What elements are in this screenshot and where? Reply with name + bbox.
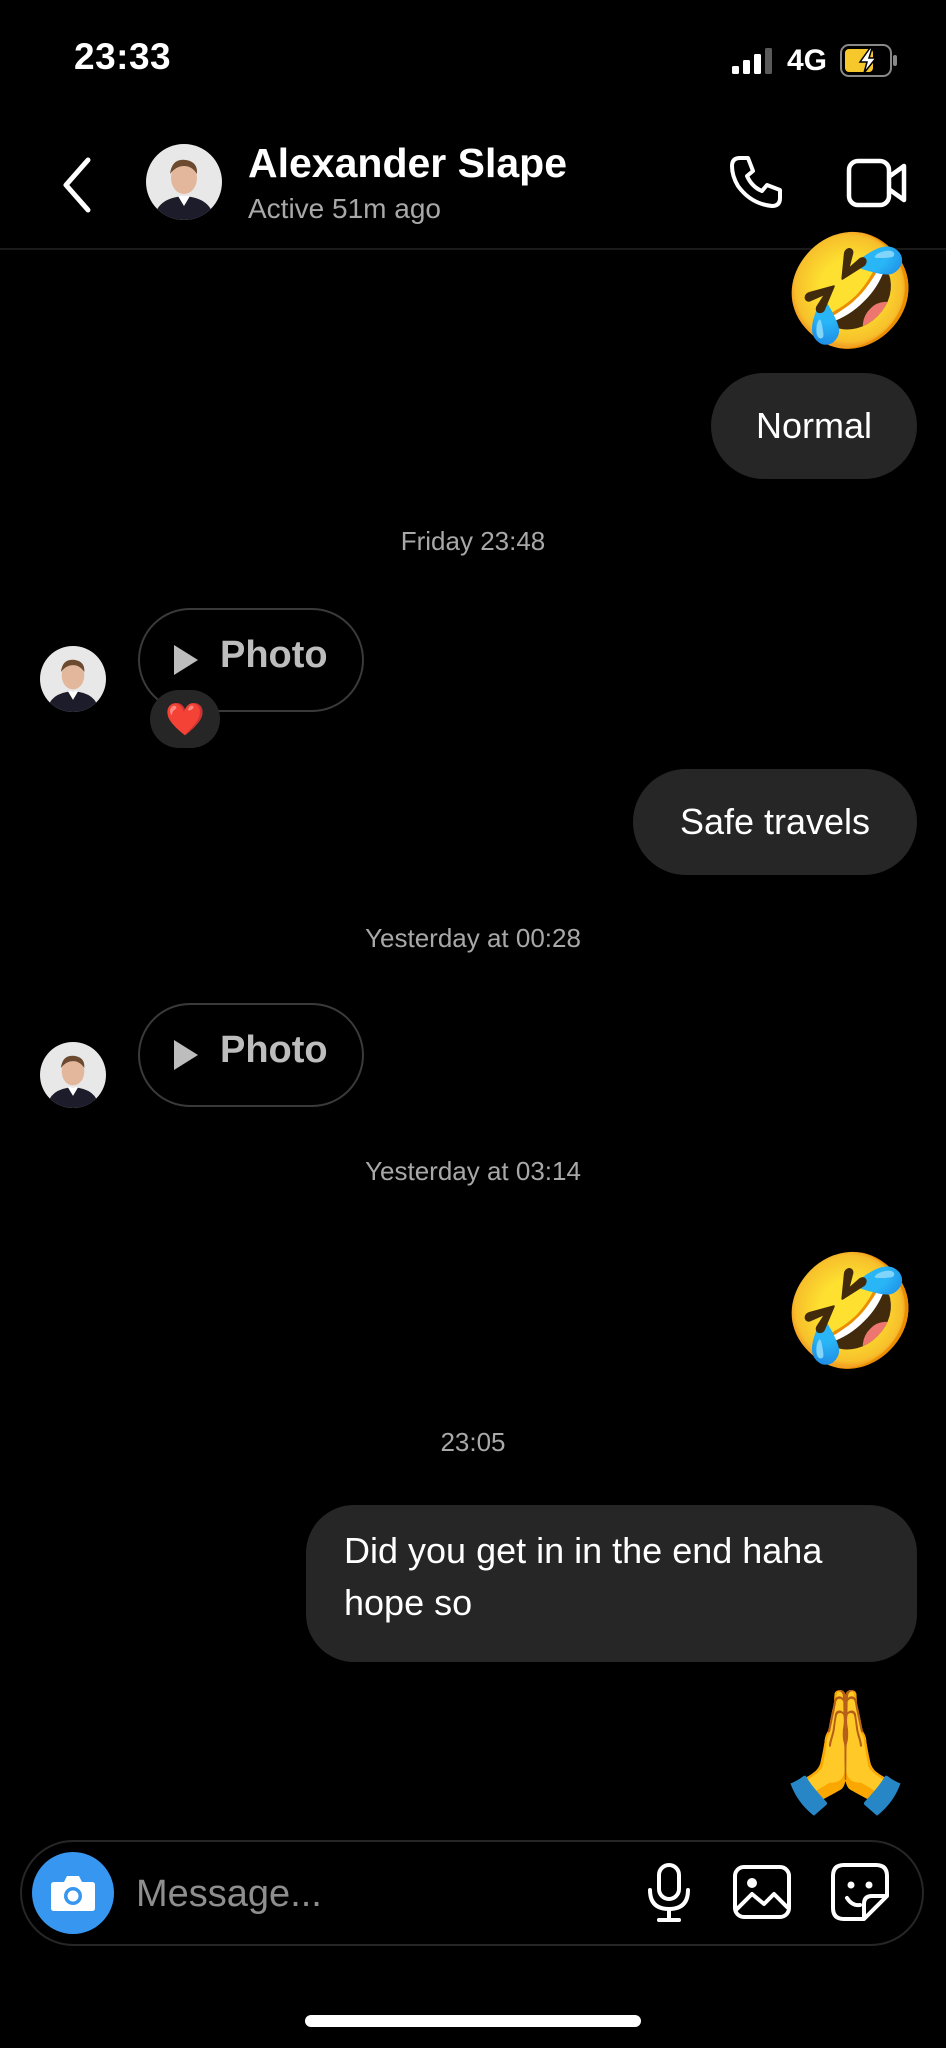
play-icon	[174, 645, 198, 675]
reaction-badge[interactable]: ❤️	[150, 690, 220, 748]
sticker-icon[interactable]	[830, 1862, 890, 1922]
active-status: Active 51m ago	[248, 193, 441, 224]
battery-charging-icon	[840, 44, 897, 77]
timestamp: Friday 23:48	[400, 526, 546, 556]
timestamp: Yesterday at 00:28	[365, 923, 581, 953]
video-icon[interactable]	[846, 156, 908, 210]
emoji-message[interactable]: 🤣	[782, 232, 919, 352]
message-text-line: Did you get in in the end haha	[344, 1530, 823, 1571]
timestamp: Yesterday at 03:14	[365, 1156, 581, 1186]
avatar[interactable]	[146, 144, 222, 220]
contact-name[interactable]: Alexander Slape	[248, 140, 567, 187]
emoji-message[interactable]: 🤣	[782, 1252, 919, 1372]
camera-button[interactable]	[32, 1852, 114, 1934]
microphone-icon[interactable]	[644, 1862, 694, 1924]
signal-icon	[732, 48, 772, 74]
gallery-icon[interactable]	[732, 1864, 792, 1920]
avatar[interactable]	[40, 1042, 106, 1108]
camera-icon	[51, 1876, 95, 1911]
status-time: 23:33	[74, 36, 172, 77]
timestamp: 23:05	[440, 1427, 506, 1457]
photo-label: Photo	[220, 634, 328, 676]
message-bubble[interactable]: Did you get in in the end haha hope so	[306, 1505, 917, 1662]
emoji-message[interactable]: 🙏	[772, 1683, 916, 1819]
play-icon	[174, 1040, 198, 1070]
phone-icon[interactable]	[726, 152, 786, 212]
back-icon[interactable]	[56, 150, 102, 220]
photo-message[interactable]: Photo	[138, 1003, 364, 1107]
message-bubble[interactable]: Safe travels	[633, 769, 917, 875]
home-indicator	[305, 2015, 641, 2027]
avatar[interactable]	[40, 646, 106, 712]
message-bubble[interactable]: Normal	[711, 373, 917, 479]
message-input[interactable]	[136, 1866, 616, 1922]
heart-icon: ❤️	[165, 701, 205, 737]
network-label: 4G	[787, 44, 828, 77]
photo-label: Photo	[220, 1029, 328, 1071]
message-text-line: hope so	[344, 1582, 473, 1623]
